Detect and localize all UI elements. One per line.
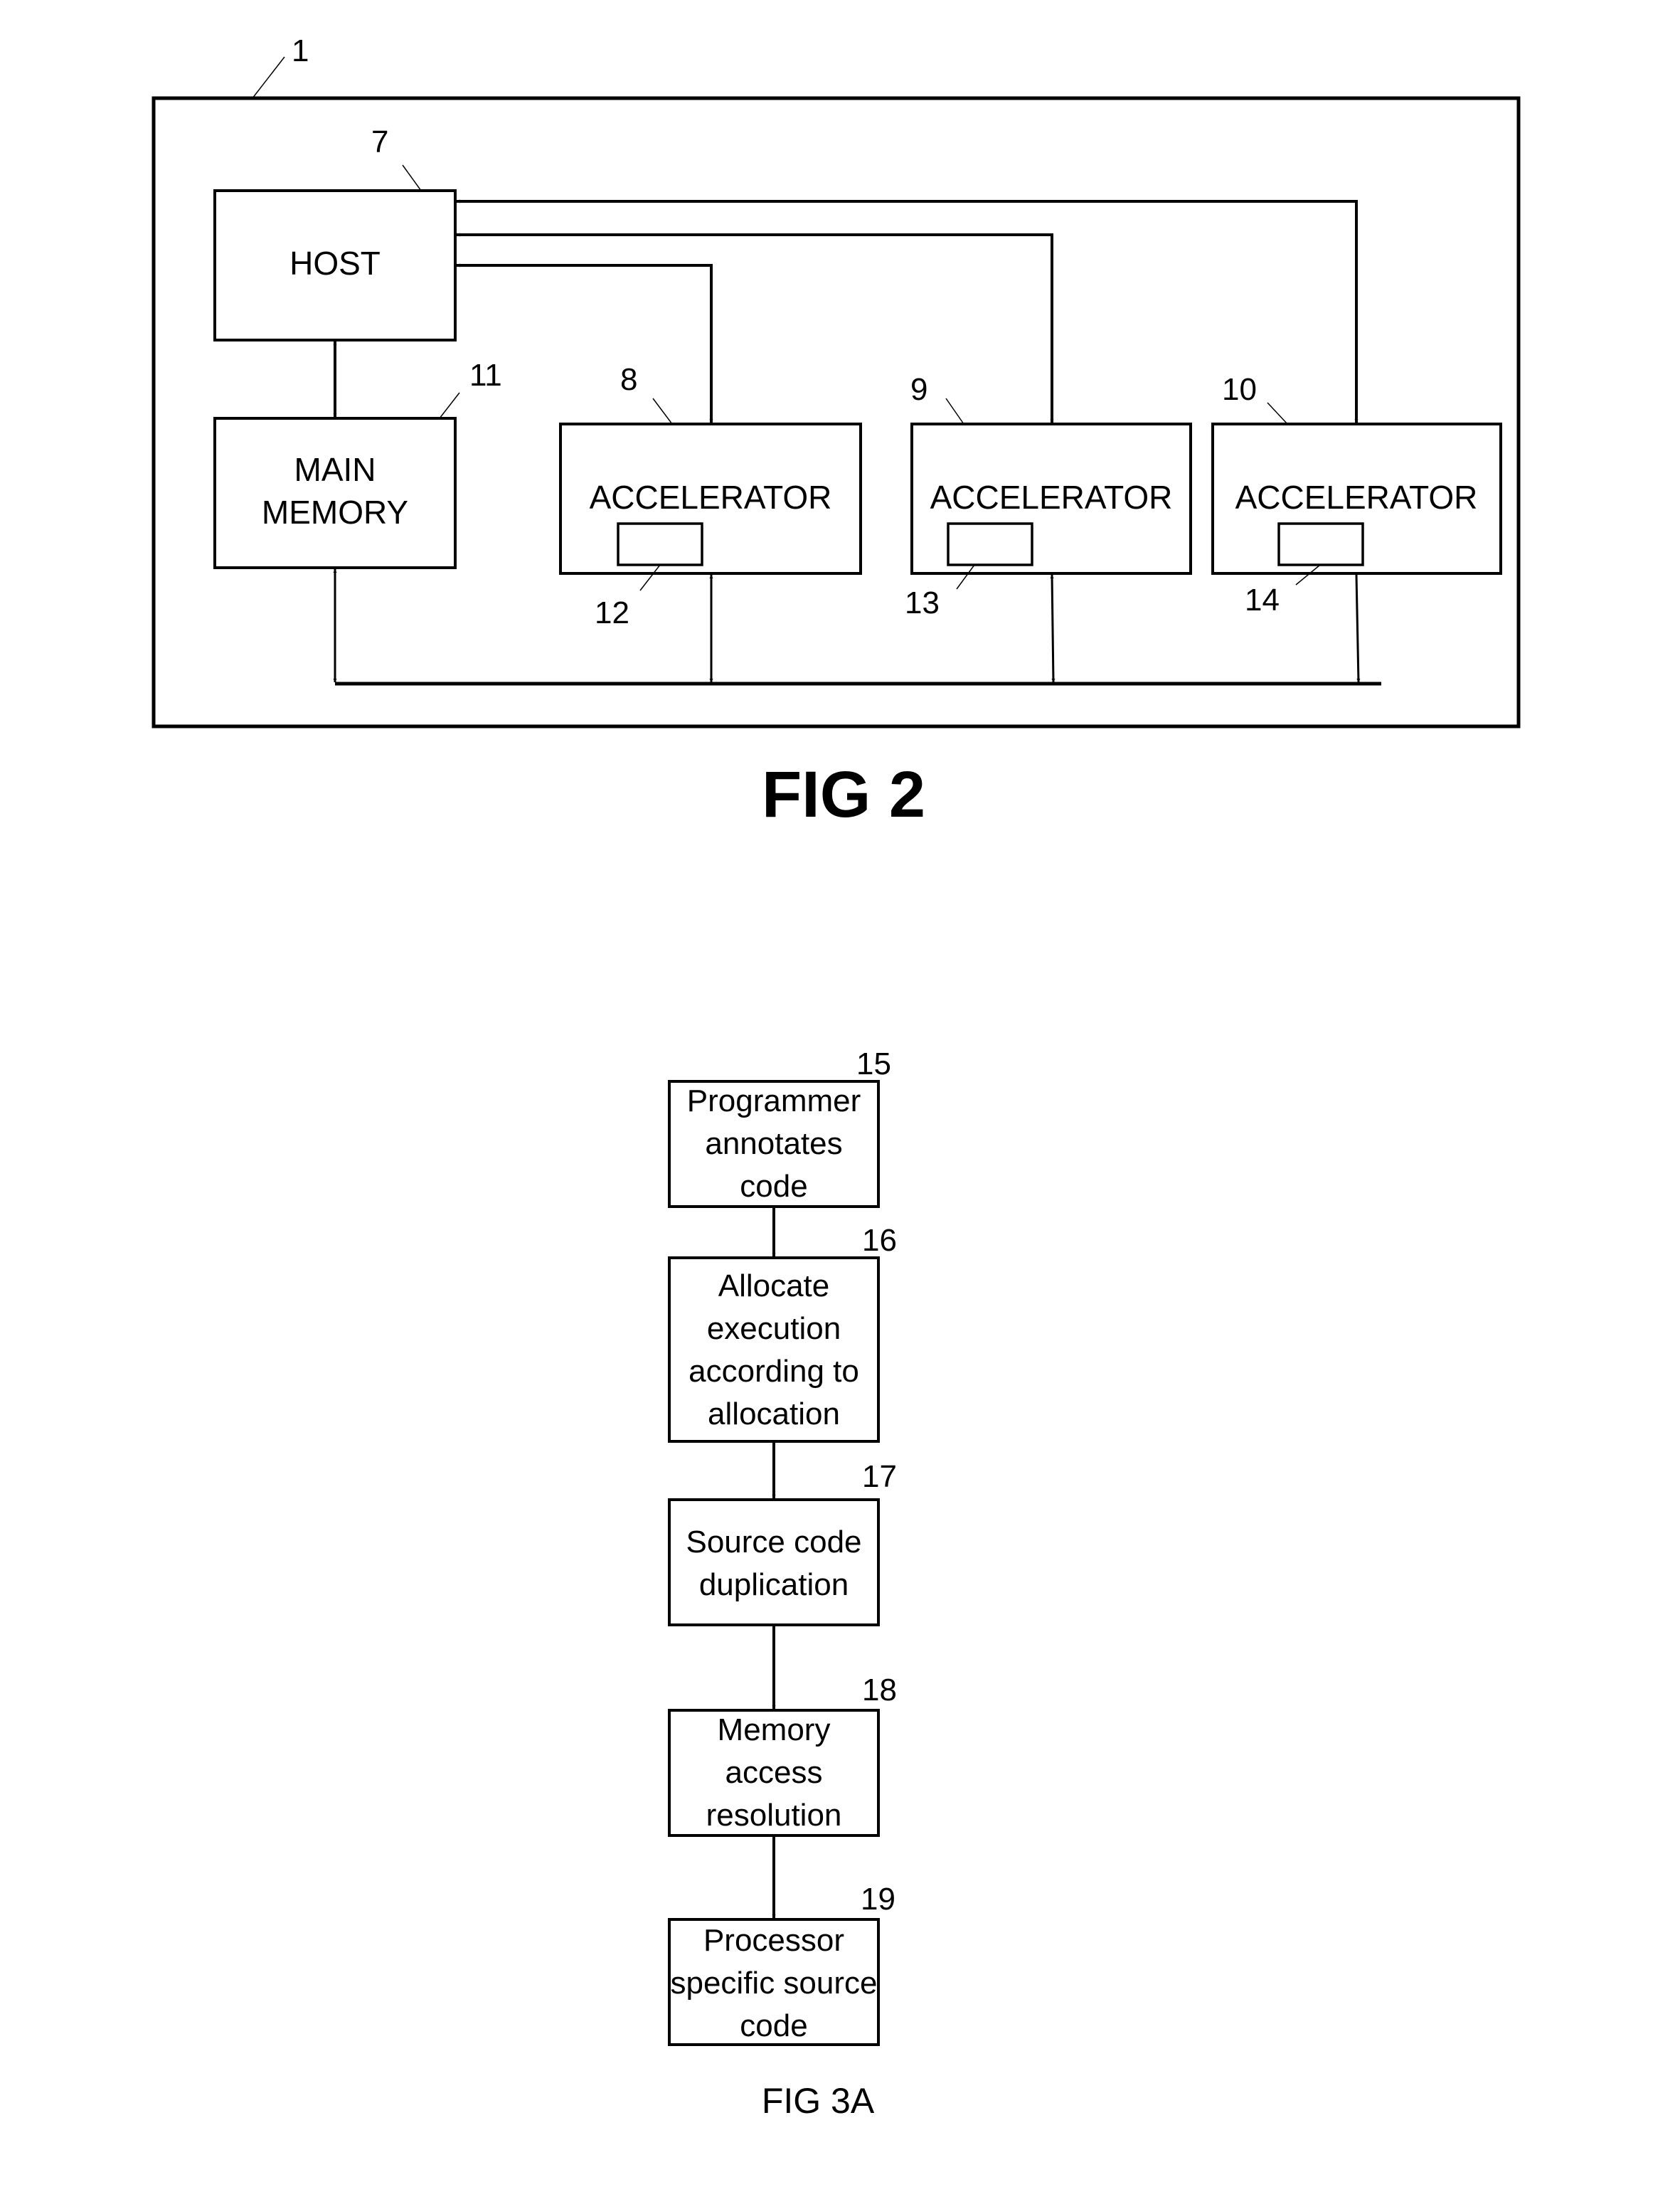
step-box-17 [668,1498,880,1626]
step-ref-17: 17 [862,1459,897,1494]
leader-line-11 [439,392,460,419]
ref-label-10: 10 [1222,372,1257,407]
fig2-diagram: 1 HOST 7 MAIN MEMORY 11 ACCELERATOR 8 12… [151,33,1521,831]
fig3a-caption: FIG 3A [762,2081,875,2121]
host-accelerator-9-link [457,233,1054,423]
fig2-caption: FIG 2 [762,758,925,831]
accelerator-label-8: ACCELERATOR [590,479,832,516]
step-text-17-line1: Source code [686,1525,861,1559]
step-text-19-line3: code [740,2008,807,2043]
leader-line-8 [652,398,673,425]
step-text-17-line2: duplication [699,1567,849,1602]
step-ref-19: 19 [861,1882,895,1917]
accelerator-subunit-12 [617,522,703,566]
step-text-18-line2: access [725,1755,823,1790]
accelerator-subunit-13 [947,522,1033,566]
leader-line-13 [956,564,975,590]
ref-label-8: 8 [620,362,637,397]
main-memory-label-line1: MAIN [294,451,376,488]
step-text-15-line3: code [740,1169,807,1204]
leader-line-9 [945,398,964,425]
step-text-19-line1: Processor [703,1923,844,1958]
step-text-18-line3: resolution [706,1798,842,1833]
accelerator-label-9: ACCELERATOR [930,479,1173,516]
host-label: HOST [289,245,381,282]
patent-drawing: 1 HOST 7 MAIN MEMORY 11 ACCELERATOR 8 12… [151,33,1521,2121]
leader-line-10 [1267,402,1288,425]
ref-label-7: 7 [371,124,388,159]
leader-line-1 [252,56,285,99]
step-text-18-line1: Memory [718,1712,831,1747]
leader-line-12 [639,564,661,591]
host-accelerator-8-link [457,263,713,423]
step-text-16-line1: Allocate [718,1268,830,1303]
ref-label-12: 12 [595,595,629,630]
accelerator-subunit-14 [1277,522,1364,566]
step-ref-18: 18 [862,1673,897,1707]
step-ref-15: 15 [856,1047,891,1081]
step-text-19-line2: specific source [670,1966,877,2001]
ref-label-14: 14 [1245,583,1280,618]
ref-label-11: 11 [469,358,502,393]
main-memory-label-line2: MEMORY [262,494,408,531]
accelerator-9-bus-link [1050,574,1056,683]
accelerator-10-bus-link [1355,574,1361,683]
ref-label-1: 1 [292,33,309,68]
step-text-15-line2: annotates [705,1126,842,1161]
ref-label-9: 9 [910,372,927,407]
step-text-15-line1: Programmer [687,1084,861,1118]
main-memory-box [213,417,457,569]
step-text-16-line3: according to [689,1354,859,1389]
step-text-16-line4: allocation [708,1397,840,1431]
ref-label-13: 13 [905,586,940,620]
accelerator-label-10: ACCELERATOR [1235,479,1478,516]
step-text-16-line2: execution [707,1311,841,1346]
fig3a-flowchart: 15 Programmer annotates code 16 Allocate… [668,1047,897,2121]
leader-line-7 [402,164,422,191]
step-ref-16: 16 [862,1223,897,1258]
system-box [151,96,1521,729]
